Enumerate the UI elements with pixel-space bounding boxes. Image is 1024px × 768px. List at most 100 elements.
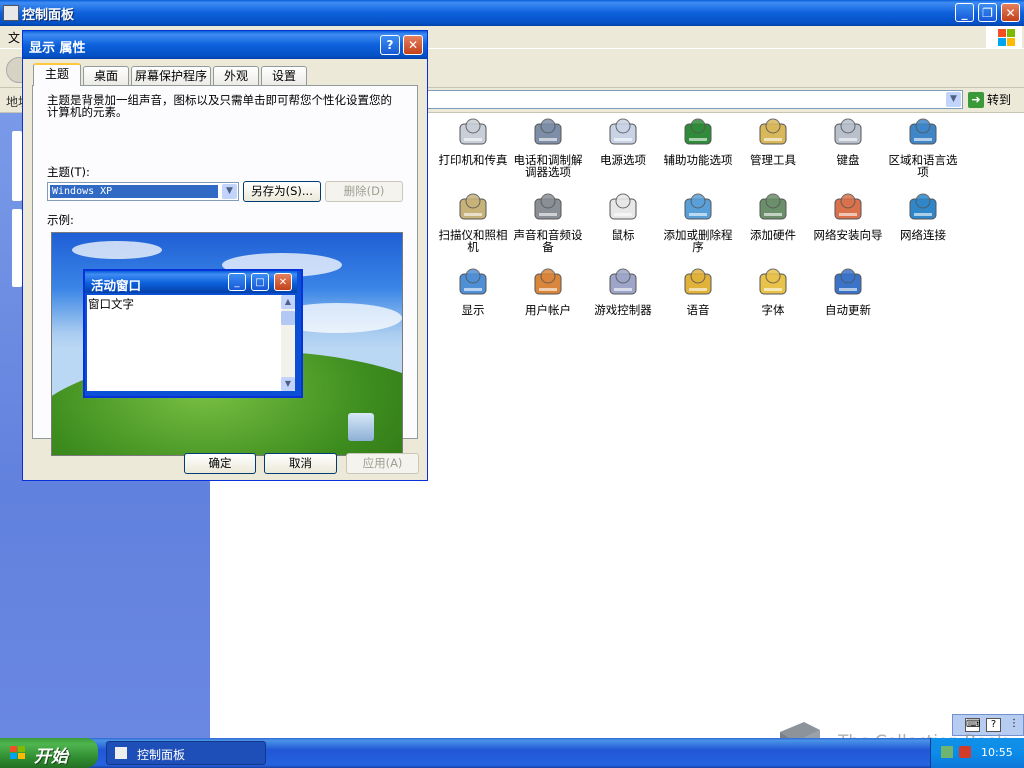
- keyboard-icon: [831, 116, 865, 150]
- go-button[interactable]: ➜ 转到: [968, 91, 1011, 109]
- taskbar-item-label: 控制面板: [137, 748, 186, 762]
- cp-item-mouse[interactable]: 鼠标: [585, 191, 661, 241]
- network-tray-icon[interactable]: [941, 746, 953, 758]
- chevron-down-icon[interactable]: ▼: [222, 184, 237, 199]
- cp-item-label: 字体: [761, 303, 785, 317]
- minimize-button[interactable]: _: [955, 3, 974, 22]
- dialog-title-bar[interactable]: 显示 属性 ? ✕: [23, 31, 427, 59]
- themes-tab-panel: 主题是背景加一组声音，图标以及只需单击即可帮您个性化设置您的计算机的元素。 主题…: [32, 85, 418, 456]
- cp-item-label: 自动更新: [825, 303, 871, 317]
- admin-tools-icon: [756, 116, 790, 150]
- side-panel-box: [12, 209, 22, 287]
- tab-0[interactable]: 主题: [33, 63, 81, 86]
- preview-scrollbar: ▲ ▼: [281, 295, 295, 391]
- theme-label: 主题(T):: [47, 165, 90, 179]
- preview-minimize-icon: _: [228, 273, 246, 291]
- recycle-bin-icon: [348, 413, 374, 441]
- cp-item-label: 网络安装向导: [813, 228, 883, 242]
- title-bar[interactable]: 控制面板 _ ❐ ✕: [0, 0, 1024, 26]
- cp-item-label: 电话和调制解调器选项: [513, 153, 583, 179]
- cp-item-label: 语音: [686, 303, 710, 317]
- cp-item-keyboard[interactable]: 键盘: [810, 116, 886, 166]
- tab-3[interactable]: 外观: [213, 66, 259, 85]
- sample-label: 示例:: [47, 213, 74, 227]
- cancel-button[interactable]: 取消: [264, 453, 337, 474]
- help-button[interactable]: ?: [380, 35, 400, 55]
- clock[interactable]: 10:55: [981, 746, 1013, 759]
- preview-window-text: 窗口文字: [88, 297, 134, 311]
- scanner-camera-icon: [456, 191, 490, 225]
- cp-item-speaker[interactable]: 声音和音频设备: [510, 191, 586, 253]
- cp-item-power-options[interactable]: 电源选项: [585, 116, 661, 166]
- network-connections-icon: [906, 191, 940, 225]
- restore-button[interactable]: ❐: [978, 3, 997, 22]
- tab-1[interactable]: 桌面: [83, 66, 129, 85]
- address-dropdown-icon[interactable]: ▼: [946, 92, 961, 107]
- help-icon[interactable]: ?: [986, 718, 1001, 732]
- cp-item-label: 鼠标: [611, 228, 635, 242]
- cp-item-label: 用户帐户: [525, 303, 571, 317]
- cp-item-label: 键盘: [836, 153, 860, 167]
- globe-icon: [906, 116, 940, 150]
- mouse-icon: [606, 191, 640, 225]
- cp-item-windows-update[interactable]: 自动更新: [810, 266, 886, 316]
- preview-maximize-icon: □: [251, 273, 269, 291]
- cp-item-add-remove-programs[interactable]: 添加或删除程序: [660, 191, 736, 253]
- cp-item-globe[interactable]: 区域和语言选项: [885, 116, 961, 178]
- preview-window-body: 窗口文字: [87, 295, 281, 391]
- tab-2[interactable]: 屏幕保护程序: [131, 66, 211, 85]
- close-button[interactable]: ✕: [1001, 3, 1020, 22]
- go-arrow-icon: ➜: [968, 91, 984, 108]
- cp-item-label: 扫描仪和照相机: [438, 228, 508, 254]
- scroll-up-icon: ▲: [281, 295, 295, 309]
- cp-item-user-accounts[interactable]: 用户帐户: [510, 266, 586, 316]
- cp-item-phone-modem[interactable]: 电话和调制解调器选项: [510, 116, 586, 178]
- ok-button[interactable]: 确定: [184, 453, 256, 474]
- start-button[interactable]: 开始: [0, 738, 98, 768]
- control-panel-icon: [115, 747, 127, 759]
- cp-item-label: 添加或删除程序: [663, 228, 733, 254]
- accessibility-icon: [681, 116, 715, 150]
- cp-item-label: 辅助功能选项: [663, 153, 733, 167]
- langbar-options-icon[interactable]: ⋮: [1008, 718, 1020, 732]
- game-controller-icon: [606, 266, 640, 300]
- cp-item-fonts-folder[interactable]: 字体: [735, 266, 811, 316]
- user-accounts-icon: [531, 266, 565, 300]
- apply-button[interactable]: 应用(A): [346, 453, 419, 474]
- control-panel-icon: [3, 5, 19, 21]
- taskbar-item-control-panel[interactable]: 控制面板: [106, 741, 266, 765]
- printer-fax-icon: [456, 116, 490, 150]
- cp-item-game-controller[interactable]: 游戏控制器: [585, 266, 661, 316]
- cp-item-label: 声音和音频设备: [513, 228, 583, 254]
- scroll-thumb: [281, 311, 295, 325]
- add-remove-programs-icon: [681, 191, 715, 225]
- cp-item-accessibility[interactable]: 辅助功能选项: [660, 116, 736, 166]
- theme-select-value: Windows XP: [50, 185, 218, 198]
- system-tray: 10:55: [930, 738, 1024, 768]
- add-hardware-icon: [756, 191, 790, 225]
- taskbar: 开始 控制面板 10:55: [0, 738, 1024, 768]
- cp-item-label: 网络连接: [900, 228, 946, 242]
- keyboard-icon[interactable]: ⌨: [965, 718, 980, 732]
- menu-file[interactable]: 文: [8, 29, 20, 46]
- cp-item-network-connections[interactable]: 网络连接: [885, 191, 961, 241]
- cp-item-label: 添加硬件: [750, 228, 796, 242]
- security-shield-icon[interactable]: [959, 746, 971, 758]
- save-as-button[interactable]: 另存为(S)...: [243, 181, 321, 202]
- cp-item-label: 打印机和传真: [438, 153, 508, 167]
- dialog-close-button[interactable]: ✕: [403, 35, 423, 55]
- window-title: 控制面板: [22, 8, 75, 23]
- cp-item-admin-tools[interactable]: 管理工具: [735, 116, 811, 166]
- cp-item-add-hardware[interactable]: 添加硬件: [735, 191, 811, 241]
- cp-item-display[interactable]: 显示: [435, 266, 511, 316]
- cp-item-scanner-camera[interactable]: 扫描仪和照相机: [435, 191, 511, 253]
- display-icon: [456, 266, 490, 300]
- windows-update-icon: [831, 266, 865, 300]
- cp-item-printer-fax[interactable]: 打印机和传真: [435, 116, 511, 166]
- theme-select[interactable]: Windows XP ▼: [47, 182, 239, 201]
- cp-item-speech[interactable]: 语音: [660, 266, 736, 316]
- tab-4[interactable]: 设置: [261, 66, 307, 85]
- cp-item-network-setup[interactable]: 网络安装向导: [810, 191, 886, 241]
- delete-button[interactable]: 删除(D): [325, 181, 403, 202]
- display-properties-dialog: 显示 属性 ? ✕ 主题 桌面 屏幕保护程序 外观 设置 主题是背景加一组声音，图标以及…: [22, 30, 428, 481]
